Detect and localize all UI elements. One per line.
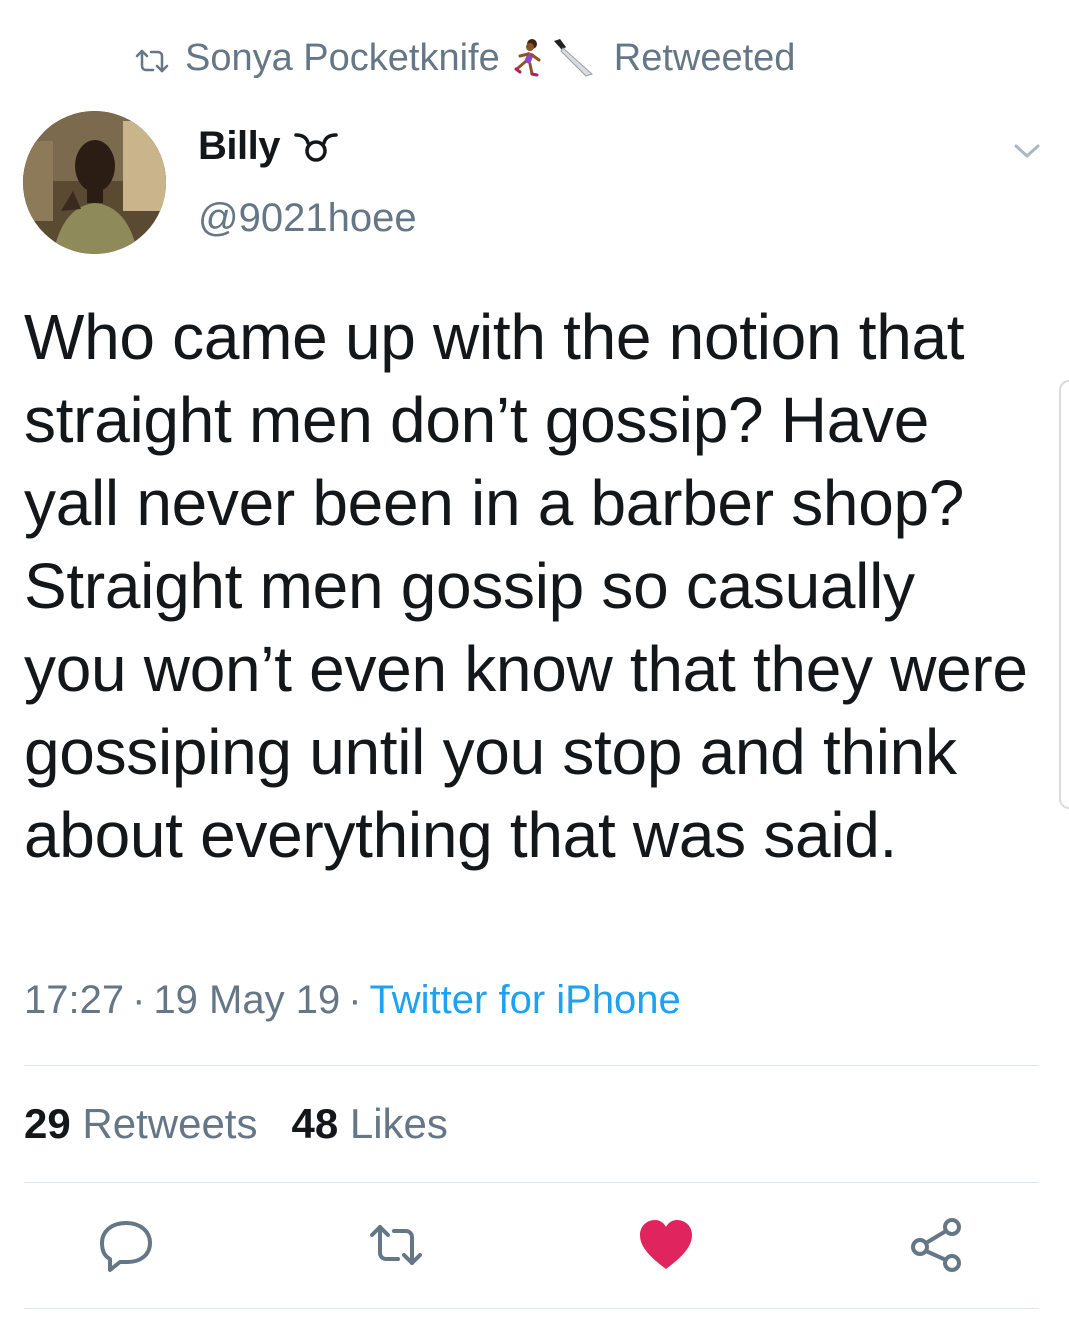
- likes-stat[interactable]: 48 Likes: [291, 1100, 447, 1148]
- chevron-down-icon[interactable]: [1012, 140, 1042, 162]
- retweet-context: Sonya Pocketknife Retweeted: [133, 30, 795, 86]
- divider: [24, 1065, 1039, 1066]
- retweet-icon: [133, 43, 171, 73]
- divider: [24, 1182, 1039, 1183]
- reply-icon[interactable]: [96, 1215, 156, 1275]
- divider: [24, 1308, 1039, 1309]
- tweet-date: 19 May 19: [153, 978, 341, 1022]
- author-name[interactable]: Billy: [198, 124, 280, 169]
- retweets-count: 29: [24, 1100, 71, 1147]
- scrollbar[interactable]: [1059, 380, 1069, 809]
- meta-separator: ·: [348, 978, 362, 1022]
- author-handle[interactable]: @9021hoee: [198, 196, 417, 241]
- woman-running-emoji: [514, 39, 541, 77]
- retweet-icon[interactable]: [366, 1215, 426, 1275]
- tweet-time: 17:27: [24, 978, 125, 1022]
- likes-label: Likes: [349, 1100, 448, 1147]
- retweets-label: Retweets: [82, 1100, 258, 1147]
- taurus-emoji: [290, 130, 342, 164]
- tweet-meta: 17:27 · 19 May 19 · Twitter for iPhone: [24, 978, 681, 1023]
- like-icon[interactable]: [636, 1215, 696, 1275]
- meta-separator: ·: [132, 978, 146, 1022]
- kitchen-knife-emoji: [553, 39, 593, 77]
- tweet-text: Who came up with the notion that straigh…: [24, 301, 1028, 871]
- avatar[interactable]: [23, 111, 166, 254]
- retweeted-label: Retweeted: [613, 36, 796, 79]
- tweet-stats: 29 Retweets 48 Likes: [24, 1100, 448, 1148]
- profile-photo: [23, 111, 166, 254]
- author-display-name[interactable]: Billy: [198, 124, 342, 169]
- retweets-stat[interactable]: 29 Retweets: [24, 1100, 257, 1148]
- share-icon[interactable]: [906, 1215, 966, 1275]
- retweeter-emojis: [508, 38, 598, 78]
- retweeter-name[interactable]: Sonya Pocketknife: [185, 37, 500, 80]
- likes-count: 48: [291, 1100, 339, 1147]
- tweet-source-link[interactable]: Twitter for iPhone: [370, 978, 681, 1022]
